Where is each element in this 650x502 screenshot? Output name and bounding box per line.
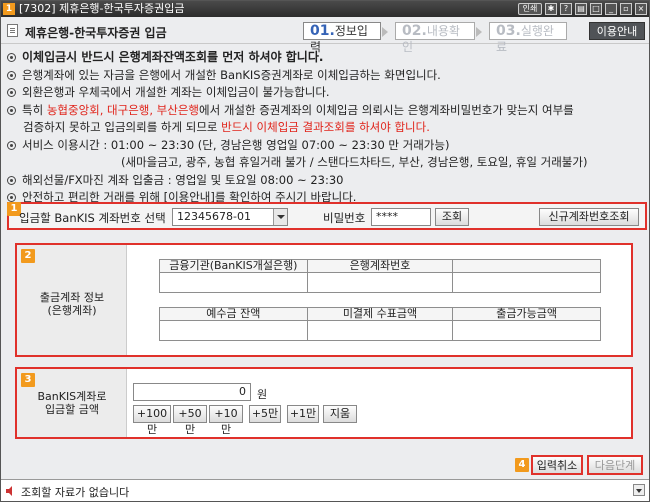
empty-cell: [452, 272, 601, 293]
amount-unit: 원: [257, 388, 268, 401]
amount-input[interactable]: 0: [133, 383, 251, 401]
header-bank: 금융기관(BanKIS개설은행): [159, 259, 308, 273]
withdrawal-account-label: 출금계좌 정보: [39, 291, 105, 304]
step-1: 01.정보입력: [303, 22, 388, 54]
query-button[interactable]: 조회: [435, 208, 469, 226]
withdrawable-cell: [452, 320, 601, 341]
step-3-num: 03.: [496, 23, 521, 39]
password-field[interactable]: ****: [371, 208, 431, 226]
password-label: 비밀번호: [323, 211, 366, 225]
header-withdrawable: 출금가능금액: [452, 307, 601, 321]
pin-icon[interactable]: ✱: [545, 3, 557, 15]
add-10k-button[interactable]: +1만: [287, 405, 319, 423]
cancel-input-button[interactable]: 입력취소: [531, 455, 583, 475]
step-3: 03.실행완료: [489, 22, 567, 54]
account-select-section: 1 입금할 BanKIS 계좌번호 선택 12345678-01 비밀번호 **…: [7, 202, 647, 230]
window-number-badge: 1: [3, 3, 15, 15]
add-100k-button[interactable]: +10만: [209, 405, 243, 436]
window-title: [7302] 제휴은행-한국투자증권입금: [19, 2, 185, 15]
speaker-icon: [6, 486, 12, 496]
add-1m-button[interactable]: +100만: [133, 405, 171, 436]
screen-header: 제휴은행-한국투자증권 입금 01.정보입력 02.내용확인 03.실행완료 이…: [1, 18, 649, 54]
account-select[interactable]: 12345678-01: [172, 208, 288, 226]
status-message: 조회할 자료가 없습니다: [21, 486, 130, 499]
account-select-label: 입금할 BanKIS 계좌번호 선택: [19, 211, 166, 225]
next-step-button[interactable]: 다음단계: [587, 455, 643, 475]
notice-line: 특히 농협중앙회, 대구은행, 부산은행에서 개설한 증권계좌의 이체입금 의뢰…: [7, 102, 647, 120]
account-select-value: 12345678-01: [177, 210, 251, 223]
main-window: 1 [7302] 제휴은행-한국투자증권입금 인쇄 ✱ ? ▤ □ _ ▫ × …: [0, 0, 650, 502]
deposit-amount-sublabel: 입금할 금액: [44, 403, 100, 416]
notice-line: 은행계좌에 있는 자금을 은행에서 개설한 BanKIS증권계좌로 이체입금하는…: [7, 67, 647, 85]
step-1-num: 01.: [310, 23, 335, 39]
clear-button[interactable]: 지움: [323, 405, 357, 423]
unsettled-check-cell: [306, 320, 454, 341]
maximize-icon[interactable]: ▫: [620, 3, 632, 15]
balance-table: 예수금 잔액 미결제 수표금액 출금가능금액: [159, 307, 601, 341]
add-50k-button[interactable]: +5만: [249, 405, 281, 423]
header-bank-account: 은행계좌번호: [306, 259, 454, 273]
header-unsettled-check: 미결제 수표금액: [306, 307, 454, 321]
help-icon[interactable]: ?: [560, 3, 572, 15]
header-empty: [452, 259, 601, 273]
step-2-num: 02.: [402, 23, 427, 39]
notice-list: 이체입금시 반드시 은행계좌잔액조회를 먼저 하셔야 합니다. 은행계좌에 있는…: [7, 49, 647, 207]
add-500k-button[interactable]: +50만: [173, 405, 207, 436]
deposit-balance-cell: [159, 320, 308, 341]
section-4-badge: 4: [515, 458, 529, 472]
close-icon[interactable]: ×: [635, 3, 647, 15]
deposit-amount-section: BanKIS계좌로 입금할 금액 3 0 원 +100만 +50만 +10만 +…: [15, 367, 633, 439]
print-icon[interactable]: ▤: [575, 3, 587, 15]
guide-button[interactable]: 이용안내: [589, 22, 645, 40]
withdrawal-account-sublabel: (은행계좌): [47, 304, 97, 317]
step-2: 02.내용확인: [395, 22, 482, 54]
notice-line: 이체입금시 반드시 은행계좌잔액조회를 먼저 하셔야 합니다.: [7, 49, 647, 67]
notice-line: (새마을금고, 광주, 농협 휴일거래 불가 / 스탠다드차타드, 부산, 경남…: [121, 155, 588, 169]
header-deposit-balance: 예수금 잔액: [159, 307, 308, 321]
document-icon: [7, 24, 18, 37]
page-title: 제휴은행-한국투자증권 입금: [25, 26, 167, 40]
section-2-badge: 2: [21, 249, 35, 263]
notice-line: 해외선물/FX마진 계좌 입출금 : 영업일 및 토요일 08:00 ~ 23:…: [7, 172, 647, 190]
notice-line: 검증하지 못하고 입금의뢰를 하게 되므로 반드시 이체입금 결과조회를 하셔야…: [23, 120, 430, 134]
notice-line: 외환은행과 우체국에서 개설한 계좌는 이체입금이 불가능합니다.: [7, 84, 647, 102]
notice-line: 서비스 이용시간 : 01:00 ~ 23:30 (단, 경남은행 영업일 07…: [7, 137, 647, 155]
link-button[interactable]: 인쇄: [518, 3, 542, 15]
chevron-down-icon[interactable]: [273, 209, 287, 225]
bank-info-table: 금융기관(BanKIS개설은행) 은행계좌번호: [159, 259, 601, 293]
section-3-badge: 3: [21, 373, 35, 387]
withdrawal-account-section: 출금계좌 정보 (은행계좌) 2 금융기관(BanKIS개설은행) 은행계좌번호…: [15, 243, 633, 357]
screenshot-icon[interactable]: □: [590, 3, 602, 15]
deposit-amount-label: BanKIS계좌로: [37, 390, 107, 403]
minimize-icon[interactable]: _: [605, 3, 617, 15]
status-bar: 조회할 자료가 없습니다: [1, 479, 649, 501]
action-buttons: 4 입력취소 다음단계: [515, 455, 645, 475]
title-bar: 1 [7302] 제휴은행-한국투자증권입금 인쇄 ✱ ? ▤ □ _ ▫ ×: [1, 1, 649, 17]
bank-name-cell: [159, 272, 308, 293]
new-account-query-button[interactable]: 신규계좌번호조회: [539, 208, 639, 226]
status-dropdown-icon[interactable]: [633, 484, 645, 496]
bank-account-cell: [306, 272, 454, 293]
